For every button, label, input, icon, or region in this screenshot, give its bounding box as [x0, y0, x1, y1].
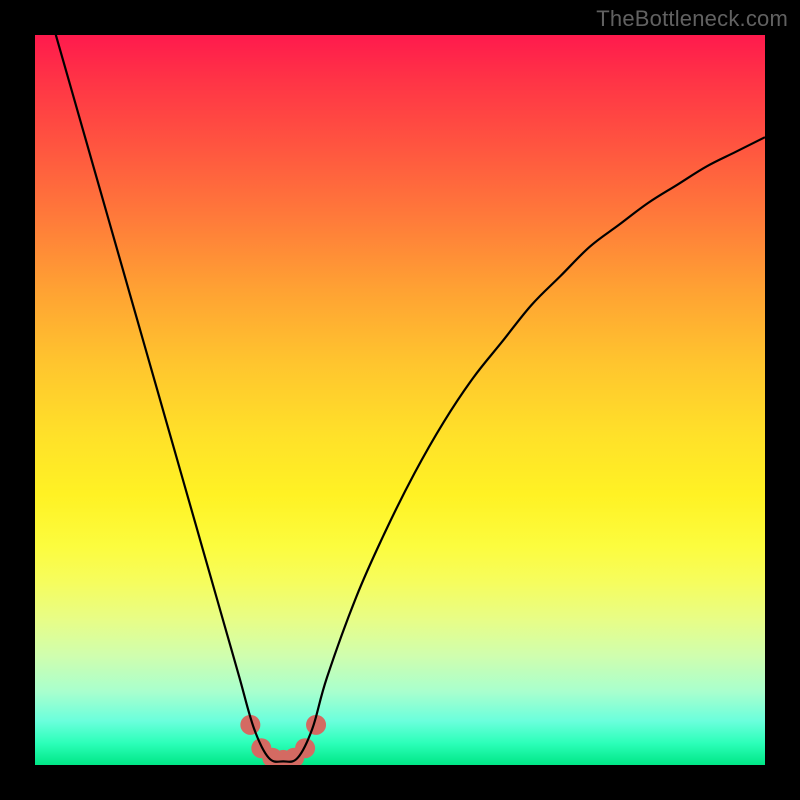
chart-frame: TheBottleneck.com [0, 0, 800, 800]
curve-layer [35, 35, 765, 765]
watermark-text: TheBottleneck.com [596, 6, 788, 32]
plot-area [35, 35, 765, 765]
bottleneck-curve [35, 35, 765, 762]
bottom-markers [240, 715, 326, 765]
